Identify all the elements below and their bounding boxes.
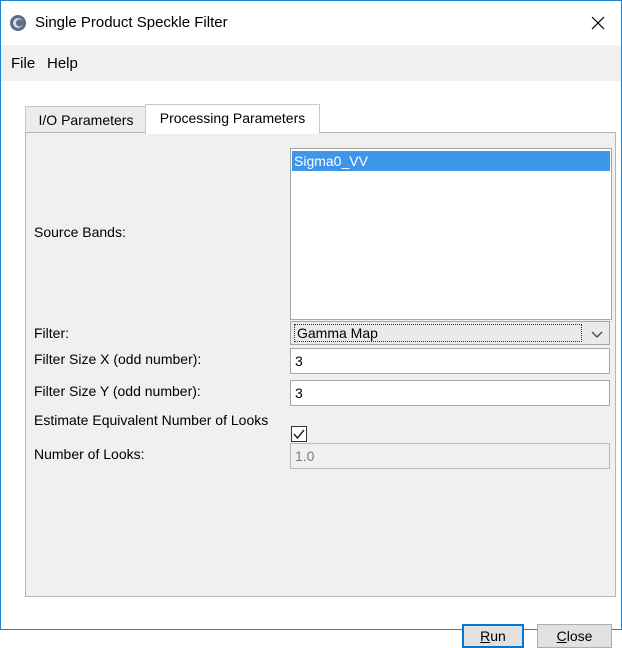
source-bands-list[interactable]: Sigma0_VV xyxy=(290,148,612,320)
close-button[interactable]: Close xyxy=(537,624,612,648)
filter-select-value: Gamma Map xyxy=(294,324,582,342)
run-button[interactable]: Run xyxy=(462,624,524,648)
num-looks-field[interactable]: 1.0 xyxy=(290,443,610,469)
menu-help[interactable]: Help xyxy=(47,55,78,72)
filter-size-x-field[interactable]: 3 xyxy=(290,348,610,374)
snap-app-icon xyxy=(10,15,26,31)
close-icon xyxy=(591,16,605,30)
estimate-enl-checkbox[interactable] xyxy=(291,426,307,442)
menu-bar: File Help xyxy=(1,45,621,81)
check-icon xyxy=(293,429,305,440)
source-bands-label: Source Bands: xyxy=(34,224,126,240)
filter-label: Filter: xyxy=(34,325,69,341)
filter-size-y-label: Filter Size Y (odd number): xyxy=(34,383,201,399)
menu-file[interactable]: File xyxy=(11,55,35,72)
run-button-label: Run xyxy=(480,628,506,644)
filter-size-y-field[interactable]: 3 xyxy=(290,380,610,406)
window-title: Single Product Speckle Filter xyxy=(35,14,228,31)
processing-parameters-panel: Source Bands: Sigma0_VV Filter: Gamma Ma… xyxy=(25,132,616,597)
chevron-down-icon xyxy=(591,331,603,338)
list-item[interactable]: Sigma0_VV xyxy=(292,151,610,171)
estimate-enl-label: Estimate Equivalent Number of Looks xyxy=(34,412,269,428)
dialog-content: I/O Parameters Processing Parameters Sou… xyxy=(1,81,621,648)
tab-processing-parameters[interactable]: Processing Parameters xyxy=(145,104,320,134)
filter-select[interactable]: Gamma Map xyxy=(290,321,610,345)
title-bar[interactable]: Single Product Speckle Filter xyxy=(1,1,621,45)
dialog-window: Single Product Speckle Filter File Help … xyxy=(0,0,622,648)
close-window-button[interactable] xyxy=(575,1,621,45)
num-looks-label: Number of Looks: xyxy=(34,446,145,462)
close-button-label: Close xyxy=(556,628,593,644)
filter-size-x-label: Filter Size X (odd number): xyxy=(34,351,202,367)
tab-io-parameters[interactable]: I/O Parameters xyxy=(25,106,147,133)
